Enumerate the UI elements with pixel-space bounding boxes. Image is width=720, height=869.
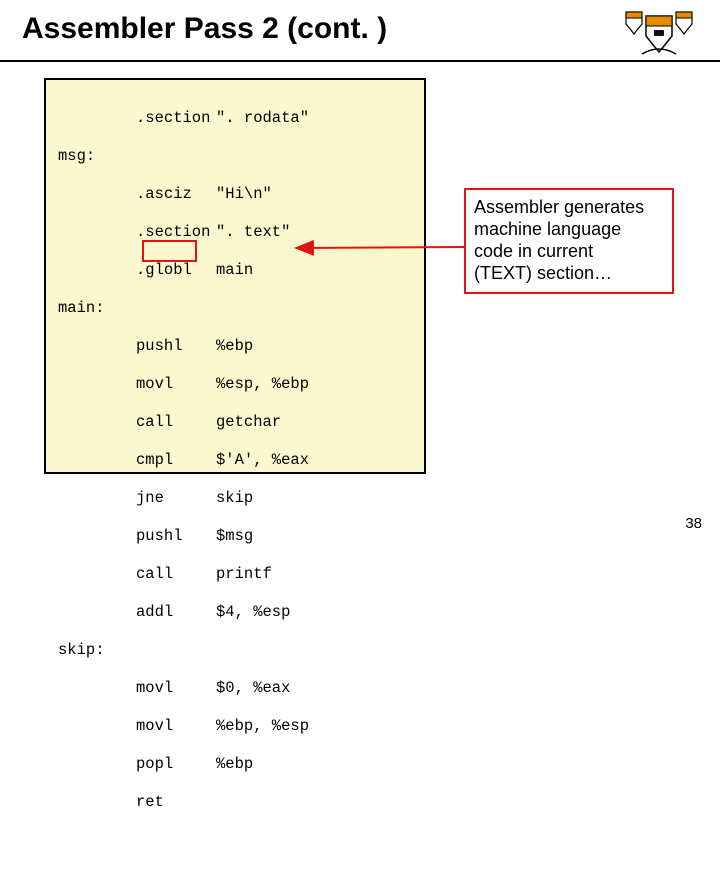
assembly-listing: .section". rodata" msg: .asciz"Hi\n" .se…	[58, 90, 414, 869]
callout-line: (TEXT) section…	[474, 262, 664, 284]
code-panel: .section". rodata" msg: .asciz"Hi\n" .se…	[44, 78, 426, 474]
slide: Assembler Pass 2 (cont. ) .section". rod…	[0, 0, 720, 540]
callout-line: machine language	[474, 218, 664, 240]
highlight-box	[142, 240, 197, 262]
page-number: 38	[685, 515, 702, 532]
page-title: Assembler Pass 2 (cont. )	[22, 12, 387, 46]
princeton-crest-icon	[624, 10, 694, 58]
callout-line: code in current	[474, 240, 664, 262]
callout-box: Assembler generates machine language cod…	[464, 188, 674, 294]
callout-line: Assembler generates	[474, 196, 664, 218]
title-rule	[0, 60, 720, 62]
